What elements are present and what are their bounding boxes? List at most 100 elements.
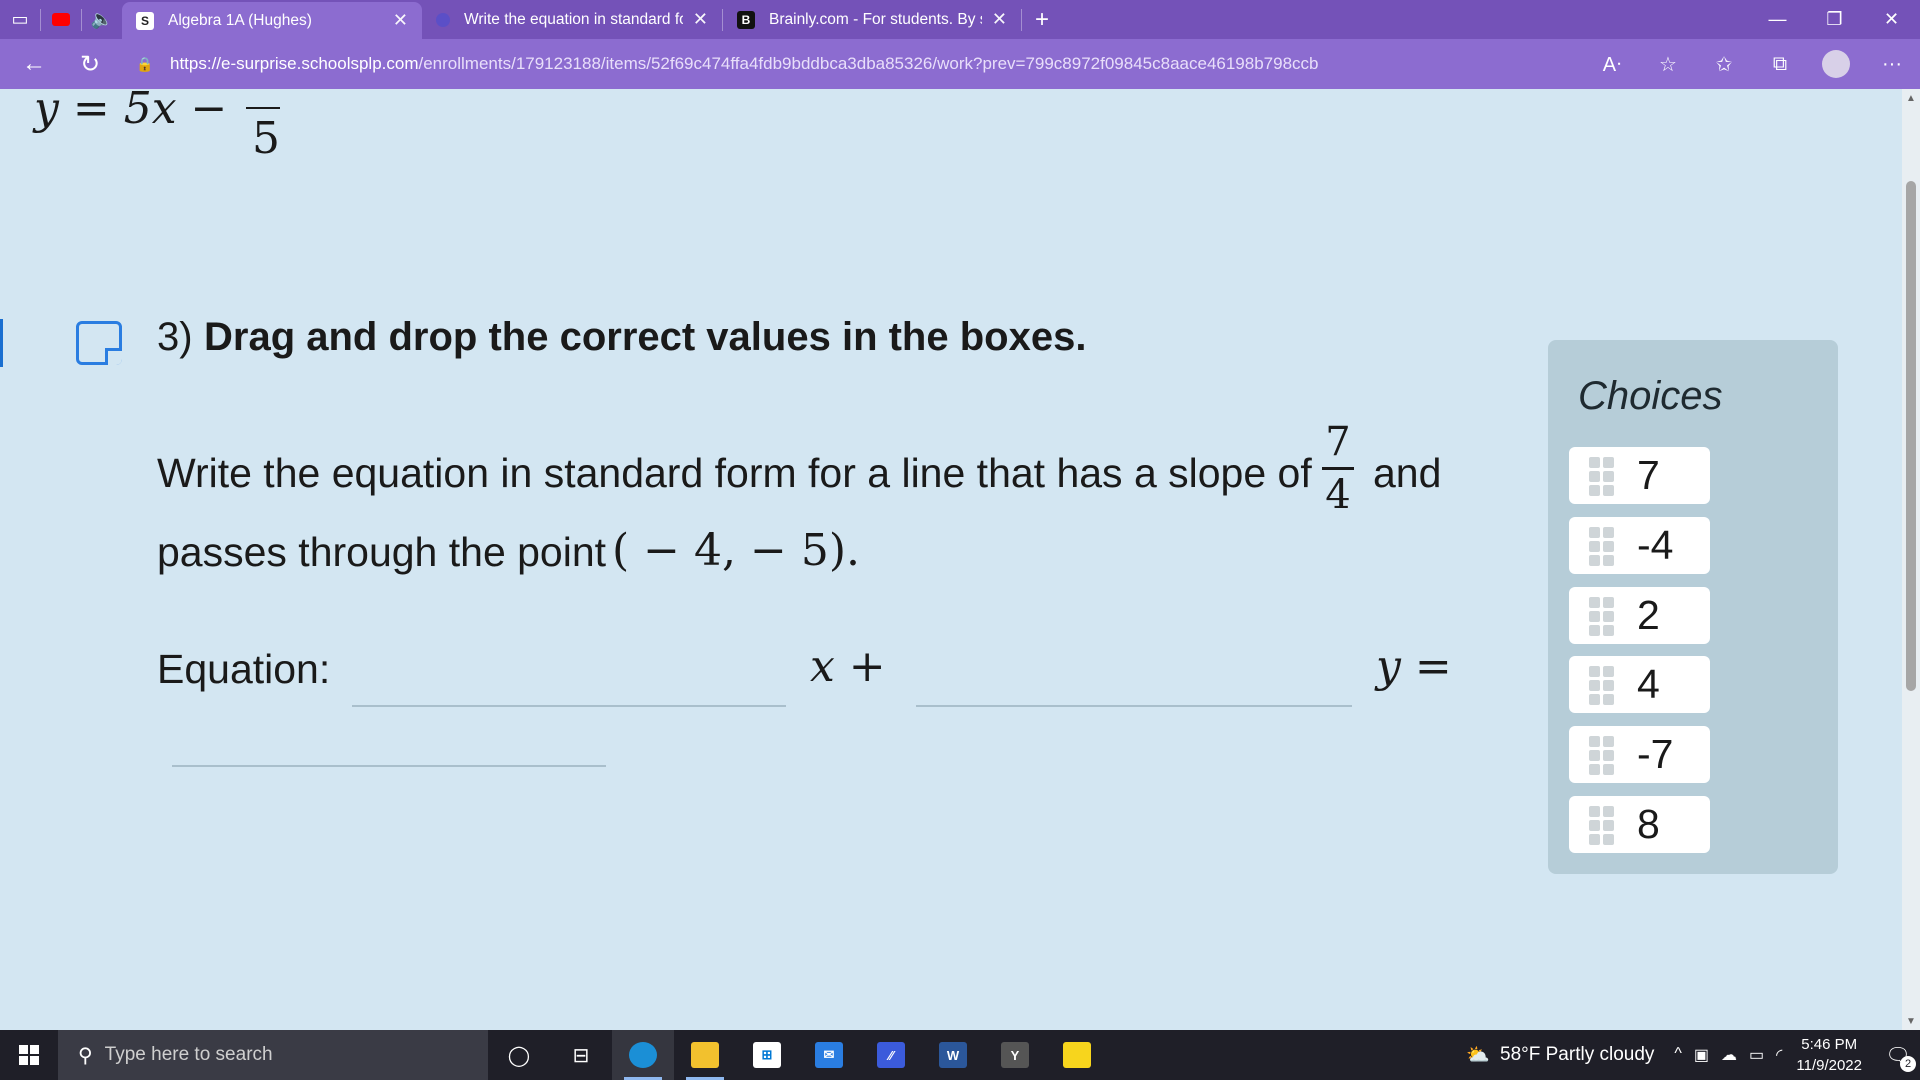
address-bar: ← ↻ 🔒 https://e-surprise.schoolsplp.com/… <box>0 39 1920 89</box>
tab-algebra[interactable]: S Algebra 1A (Hughes) ✕ <box>122 2 422 39</box>
math-app-icon[interactable]: ⁄⁄ <box>860 1030 922 1080</box>
close-window-icon[interactable]: ✕ <box>1863 0 1920 39</box>
tab-brainly[interactable]: B Brainly.com - For students. By stu ✕ <box>723 0 1021 39</box>
start-button[interactable] <box>0 1030 58 1080</box>
drag-handle-icon[interactable] <box>1589 735 1619 775</box>
scroll-thumb[interactable] <box>1906 181 1916 691</box>
flag-question-icon[interactable] <box>76 321 122 365</box>
read-aloud-icon[interactable]: Aᐧ <box>1584 39 1640 89</box>
drag-handle-icon[interactable] <box>1589 456 1619 496</box>
drag-handle-icon[interactable] <box>1589 805 1619 845</box>
tab-title: Algebra 1A (Hughes) <box>168 11 312 29</box>
taskbar-search[interactable]: ⚲ Type here to search <box>58 1030 488 1080</box>
fraction-bar <box>246 107 280 109</box>
add-favorite-icon[interactable]: ☆ <box>1640 39 1696 89</box>
cortana-icon[interactable]: ◯ <box>488 1030 550 1080</box>
previous-equation-denominator: 5 <box>252 113 280 164</box>
url-path: /enrollments/179123188/items/52f69c474ff… <box>418 54 1319 73</box>
system-tray: ⛅ 58°F Partly cloudy ^ ▣ ☁ ▭ ◜ 5:46 PM 1… <box>1466 1030 1920 1080</box>
slope-numerator: 7 <box>1325 419 1351 465</box>
equation-y-term: y = <box>1376 641 1452 692</box>
scroll-down-icon[interactable]: ▼ <box>1902 1012 1920 1030</box>
url-text: https://e-surprise.schoolsplp.com/enroll… <box>170 54 1319 74</box>
clock[interactable]: 5:46 PM 11/9/2022 <box>1796 1034 1862 1076</box>
equation-x-term: x + <box>810 641 886 692</box>
favorites-icon[interactable]: ✩ <box>1696 39 1752 89</box>
url-field[interactable]: 🔒 https://e-surprise.schoolsplp.com/enro… <box>130 45 1660 83</box>
slope-denominator: 4 <box>1325 472 1351 518</box>
meet-now-icon[interactable]: ▣ <box>1694 1045 1709 1065</box>
youtube-pinned-tab-icon[interactable] <box>41 0 81 39</box>
onedrive-cloud-icon[interactable]: ☁ <box>1721 1045 1737 1065</box>
prompt-line-2: passes through the point <box>157 529 607 575</box>
battery-icon[interactable]: ▭ <box>1749 1045 1764 1065</box>
drop-box-a[interactable] <box>352 705 786 707</box>
drop-box-b[interactable] <box>916 705 1352 707</box>
edge-app-icon[interactable] <box>612 1030 674 1080</box>
minimize-icon[interactable]: — <box>1749 0 1806 39</box>
page-favicon-icon <box>436 12 450 27</box>
choice-chip[interactable]: 2 <box>1569 587 1710 644</box>
page-scrollbar[interactable]: ▲ ▼ <box>1902 89 1920 1030</box>
fraction-bar <box>1322 467 1354 470</box>
point-coordinates: ( − 4, − 5). <box>612 525 860 576</box>
choice-chip[interactable]: 8 <box>1569 796 1710 853</box>
chevron-up-icon[interactable]: ^ <box>1674 1045 1682 1065</box>
drag-handle-icon[interactable] <box>1589 665 1619 705</box>
choice-value: 4 <box>1637 661 1660 707</box>
speaker-pinned-tab-icon[interactable]: 🔈 <box>82 0 122 39</box>
wifi-icon[interactable]: ◜ <box>1776 1045 1782 1065</box>
weather-text: 58°F Partly cloudy <box>1500 1044 1655 1065</box>
weather-widget[interactable]: ⛅ 58°F Partly cloudy <box>1466 1043 1654 1067</box>
choice-chip[interactable]: 4 <box>1569 656 1710 713</box>
notifications-icon[interactable]: 🗨 2 <box>1876 1030 1920 1080</box>
page-content: y = 5x − 5 3) Drag and drop the correct … <box>0 89 1902 1030</box>
search-icon: ⚲ <box>78 1044 93 1067</box>
more-menu-icon[interactable]: ··· <box>1864 39 1920 89</box>
close-tab-icon[interactable]: ✕ <box>992 9 1007 30</box>
question-title: Drag and drop the correct values in the … <box>204 315 1087 359</box>
lock-icon[interactable]: 🔒 <box>130 56 160 73</box>
drag-handle-icon[interactable] <box>1589 526 1619 566</box>
clock-date: 11/9/2022 <box>1796 1057 1862 1074</box>
choice-value: 8 <box>1637 801 1660 847</box>
restore-icon[interactable]: ❐ <box>1806 0 1863 39</box>
tab-write-equation[interactable]: Write the equation in standard fo ✕ <box>422 0 722 39</box>
previous-equation-left: y = 5x − <box>34 89 228 134</box>
refresh-icon[interactable]: ↻ <box>62 39 118 89</box>
mail-icon[interactable]: ✉ <box>798 1030 860 1080</box>
close-tab-icon[interactable]: ✕ <box>693 9 708 30</box>
choice-chip[interactable]: 7 <box>1569 447 1710 504</box>
profile-avatar[interactable] <box>1808 39 1864 89</box>
choices-panel: Choices 7 -4 2 4 -7 8 <box>1548 340 1838 874</box>
choice-value: -4 <box>1637 522 1674 568</box>
question-number: 3) <box>157 315 193 359</box>
browser-toolbar: Aᐧ ☆ ✩ ⧉ ··· <box>1584 39 1920 89</box>
close-tab-icon[interactable]: ✕ <box>393 10 408 31</box>
back-arrow-icon[interactable]: ← <box>6 39 62 89</box>
collections-icon[interactable]: ⧉ <box>1752 39 1808 89</box>
microsoft-store-icon[interactable]: ⊞ <box>736 1030 798 1080</box>
tab-actions-icon[interactable]: ▭ <box>0 0 40 39</box>
choice-value: 2 <box>1637 592 1660 638</box>
choices-title: Choices <box>1578 374 1723 418</box>
drag-handle-icon[interactable] <box>1589 596 1619 636</box>
scroll-up-icon[interactable]: ▲ <box>1902 89 1920 107</box>
word-icon[interactable]: W <box>922 1030 984 1080</box>
partly-cloudy-icon: ⛅ <box>1466 1045 1491 1066</box>
new-tab-button[interactable]: + <box>1022 0 1062 39</box>
file-explorer-icon[interactable] <box>674 1030 736 1080</box>
prompt-line-1-end: and <box>1373 450 1442 496</box>
task-view-icon[interactable]: ⊟ <box>550 1030 612 1080</box>
choice-chip[interactable]: -7 <box>1569 726 1710 783</box>
slope-fraction: 7 4 <box>1318 419 1358 518</box>
choice-value: 7 <box>1637 452 1660 498</box>
equation-label: Equation: <box>157 646 331 692</box>
sticky-notes-icon[interactable] <box>1046 1030 1108 1080</box>
tab-title: Brainly.com - For students. By stu <box>769 10 982 28</box>
choice-chip[interactable]: -4 <box>1569 517 1710 574</box>
drop-box-c[interactable] <box>172 765 606 767</box>
y-app-icon[interactable]: Y <box>984 1030 1046 1080</box>
taskbar: ⚲ Type here to search ◯ ⊟ ⊞ ✉ ⁄⁄ W Y ⛅ 5… <box>0 1030 1920 1080</box>
prompt-line-1: Write the equation in standard form for … <box>157 450 1312 496</box>
